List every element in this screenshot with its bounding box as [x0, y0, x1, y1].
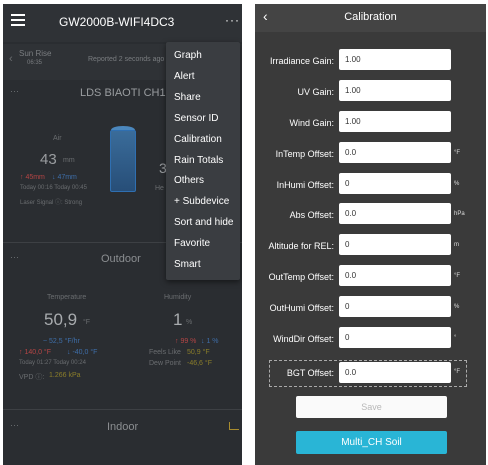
more-options-icon[interactable]: ···	[225, 13, 240, 27]
indoor-title: Indoor	[107, 421, 139, 433]
laser-signal: Laser Signal ⓘ: Strong	[20, 200, 83, 206]
calibration-panel: ‹ Calibration Irradiance Gain: 1.00 UV G…	[255, 4, 486, 465]
calibration-title: Calibration	[344, 11, 397, 23]
outhumi-offset-unit: %	[454, 304, 460, 310]
temperature-value: 50,9	[44, 310, 78, 329]
menu-item-smart[interactable]: Smart	[174, 259, 201, 270]
outdoor-title: Outdoor	[101, 253, 141, 265]
outhumi-offset-input[interactable]: 0	[339, 296, 451, 317]
humidity-min: ↓ 1 %	[201, 338, 219, 345]
top-bar: GW2000B-WIFI4DC3 ···	[3, 4, 242, 42]
altitude-rel-input[interactable]: 0	[339, 234, 451, 255]
wind-gain-label: Wind Gain:	[289, 118, 334, 128]
altitude-rel-unit: m	[454, 242, 459, 248]
outtemp-offset-input[interactable]: 0.0	[339, 265, 451, 286]
menu-item-favorite[interactable]: Favorite	[174, 238, 210, 249]
intemp-offset-input[interactable]: 0.0	[339, 142, 451, 163]
abs-offset-input[interactable]: 0.0	[339, 203, 451, 224]
intemp-offset-unit: °F	[454, 150, 461, 156]
wind-gain-input[interactable]: 1.00	[339, 111, 451, 132]
abs-offset-unit: hPa	[454, 211, 465, 217]
chart-icon[interactable]	[229, 422, 239, 430]
save-button[interactable]: Save	[296, 396, 447, 418]
abs-offset-label: Abs Offset:	[289, 210, 334, 220]
chevron-left-icon[interactable]: ‹	[9, 53, 13, 65]
air-label: Air	[53, 135, 62, 142]
menu-item-others[interactable]: Others	[174, 175, 204, 186]
humidity-max: ↑ 99 %	[175, 338, 197, 345]
winddir-offset-input[interactable]: 0	[339, 327, 451, 348]
humidity-unit: %	[186, 319, 193, 326]
section-more-icon[interactable]: ···	[10, 420, 19, 430]
altitude-rel-label: Altitude for REL:	[268, 241, 334, 251]
menu-item-alert[interactable]: Alert	[174, 71, 195, 82]
options-dropdown-menu: Graph Alert Share Sensor ID Calibration …	[166, 42, 240, 280]
irradiance-gain-label: Irradiance Gain:	[269, 56, 334, 66]
air-value: 43	[40, 151, 57, 168]
air-min: ↓ 47mm	[52, 174, 77, 181]
menu-item-sensor-id[interactable]: Sensor ID	[174, 113, 218, 124]
dew-point-value: -46,6 °F	[187, 360, 212, 367]
menu-item-rain-totals[interactable]: Rain Totals	[174, 155, 223, 166]
bgt-offset-label: BGT Offset:	[286, 368, 334, 378]
uv-gain-label: UV Gain:	[297, 87, 334, 97]
sensor-title: LDS BIAOTI CH1	[80, 87, 166, 99]
outtemp-offset-label: OutTemp Offset:	[268, 272, 334, 282]
calibration-header: ‹ Calibration	[255, 4, 486, 32]
uv-gain-input[interactable]: 1.00	[339, 80, 451, 101]
inhumi-offset-label: InHumi Offset:	[276, 180, 334, 190]
menu-item-subdevice[interactable]: + Subdevice	[174, 196, 229, 207]
air-unit: mm	[63, 157, 75, 164]
air-max: ↑ 45mm	[20, 174, 45, 181]
hamburger-menu-icon[interactable]	[11, 14, 25, 26]
divider	[3, 409, 242, 410]
sun-rise-label: Sun Rise	[19, 49, 52, 58]
multi-ch-soil-button[interactable]: Multi_CH Soil	[296, 431, 447, 454]
menu-item-graph[interactable]: Graph	[174, 50, 202, 61]
temperature-min: ↓ -40,0 °F	[67, 349, 98, 356]
winddir-offset-label: WindDir Offset:	[273, 334, 334, 344]
device-panel: GW2000B-WIFI4DC3 ··· ‹ Sun Rise 06:35 Re…	[3, 4, 242, 465]
dew-point-label: Dew Point	[149, 360, 181, 367]
intemp-offset-label: InTemp Offset:	[275, 149, 334, 159]
indoor-section-header: ··· Indoor	[3, 414, 242, 440]
air-times: Today 00:16 Today 00:45	[20, 185, 87, 191]
temperature-unit: °F	[83, 319, 91, 326]
section-more-icon[interactable]: ···	[10, 252, 19, 262]
temperature-change: ~ 52,5 °F/hr	[43, 338, 80, 345]
outtemp-offset-unit: °F	[454, 273, 461, 279]
menu-item-share[interactable]: Share	[174, 92, 201, 103]
vpd-value: 1.266 kPa	[49, 372, 81, 379]
side-label: He	[155, 185, 164, 192]
winddir-offset-unit: °	[454, 335, 457, 341]
temperature-max: ↑ 140,0 °F	[19, 349, 51, 356]
humidity-label: Humidity	[164, 294, 192, 301]
inhumi-offset-unit: %	[454, 181, 460, 187]
humidity-value: 1	[173, 310, 183, 329]
temperature-label: Temperature	[47, 294, 87, 301]
section-more-icon[interactable]: ···	[10, 86, 19, 96]
feels-like-label: Feels Like	[149, 349, 181, 356]
vpd-label: VPD ⓘ:	[19, 374, 45, 381]
feels-like-value: 50,9 °F	[187, 349, 210, 356]
bgt-offset-unit: °F	[454, 369, 461, 375]
sun-rise-time: 06:35	[27, 60, 43, 66]
reported-status: Reported 2 seconds ago	[88, 56, 165, 63]
bgt-offset-input[interactable]: 0.0	[339, 362, 451, 383]
irradiance-gain-input[interactable]: 1.00	[339, 49, 451, 70]
temperature-times: Today 01:27 Today 00:24	[19, 360, 86, 366]
rain-gauge-icon	[110, 130, 136, 192]
menu-item-calibration[interactable]: Calibration	[174, 134, 222, 145]
menu-item-sort-and-hide[interactable]: Sort and hide	[174, 217, 234, 228]
inhumi-offset-input[interactable]: 0	[339, 173, 451, 194]
device-title: GW2000B-WIFI4DC3	[59, 15, 175, 29]
outhumi-offset-label: OutHumi Offset:	[269, 303, 334, 313]
